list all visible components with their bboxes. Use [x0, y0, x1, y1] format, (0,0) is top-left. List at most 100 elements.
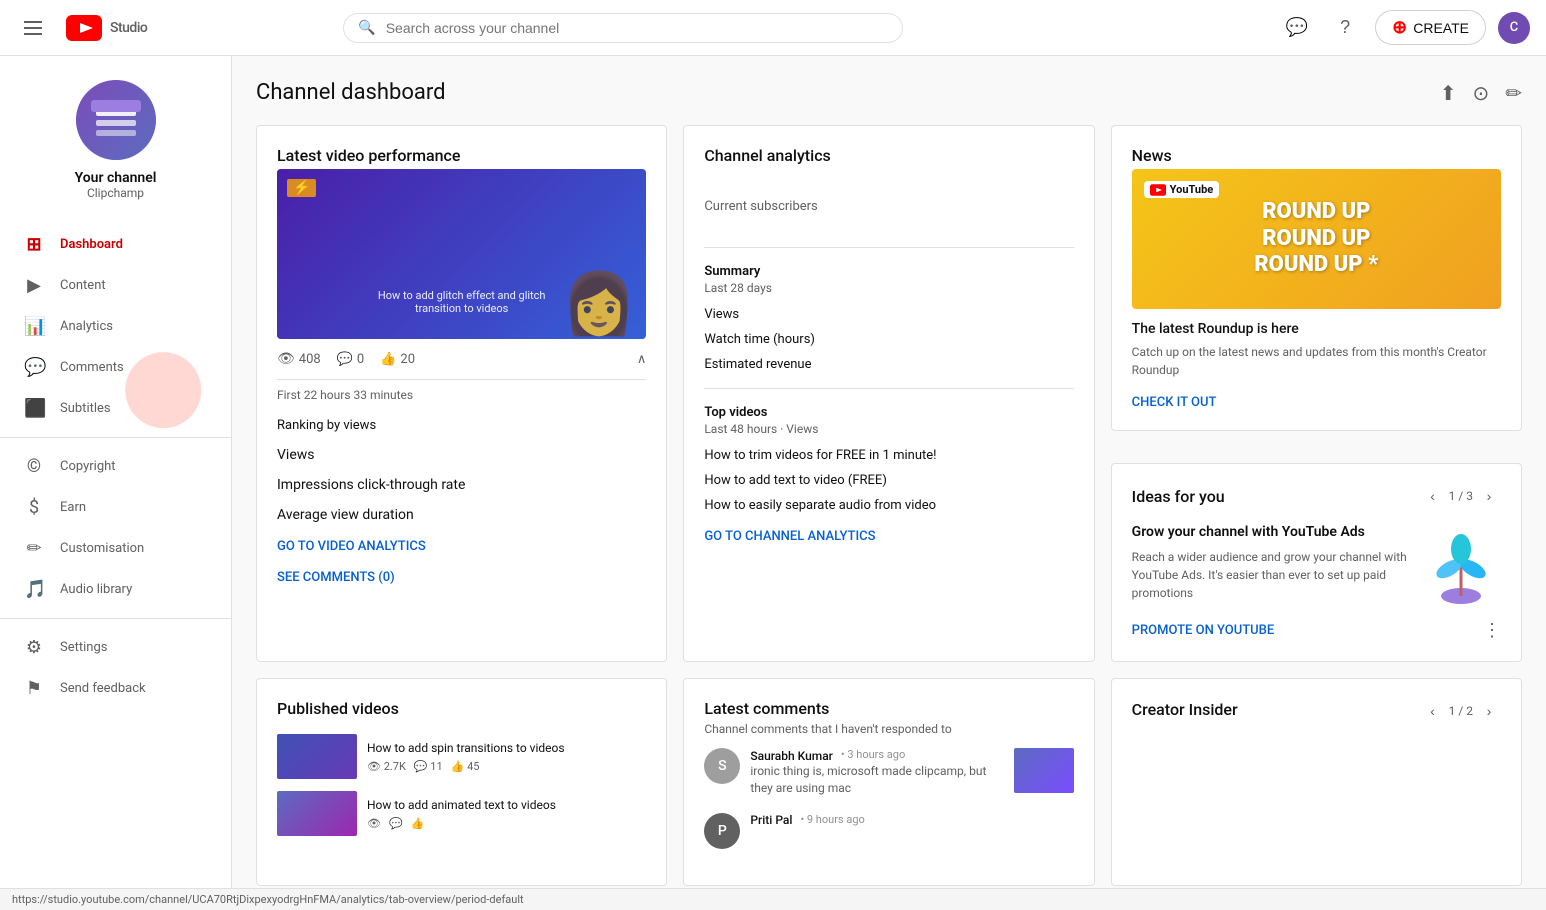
upload-icon[interactable]: ⬆: [1440, 81, 1457, 105]
ideas-title: Ideas for you: [1132, 487, 1225, 506]
sidebar-item-customisation[interactable]: ✏ Customisation: [0, 528, 231, 569]
views-stat: 👁 408: [277, 351, 321, 367]
summary-title: Summary: [704, 264, 1073, 279]
comment-meta-2: Priti Pal • 9 hours ago: [750, 813, 1073, 828]
ideas-page-indicator: 1 / 3: [1449, 489, 1473, 503]
pub-video-thumb-1[interactable]: [277, 734, 357, 779]
earn-icon: $: [24, 497, 44, 518]
create-label: CREATE: [1413, 20, 1469, 36]
sidebar-item-label-settings: Settings: [60, 640, 107, 655]
search-input[interactable]: [386, 20, 889, 36]
check-it-out-link[interactable]: CHECK IT OUT: [1132, 395, 1501, 410]
analytics-divider-2: [704, 388, 1073, 389]
creator-insider-next-button[interactable]: ›: [1477, 699, 1501, 723]
pub-comments-icon-2: 💬: [389, 817, 403, 830]
comments-stat-icon: 💬: [337, 352, 353, 367]
creator-insider-card: Creator Insider ‹ 1 / 2 ›: [1111, 678, 1522, 886]
channel-analytics-title: Channel analytics: [704, 146, 1073, 165]
sidebar-item-dashboard[interactable]: ⊞ Dashboard: [0, 224, 231, 265]
news-article-title: The latest Roundup is here: [1132, 321, 1501, 337]
analytics-icon: 📊: [24, 316, 44, 337]
likes-stat: 👍 20: [380, 352, 415, 367]
pub-video-title-2: How to add animated text to videos: [367, 797, 646, 814]
expand-icon[interactable]: ∧: [637, 352, 647, 367]
latest-comments-subtitle: Channel comments that I haven't responde…: [704, 722, 1073, 736]
sidebar-item-subtitles[interactable]: ⬛ Subtitles: [0, 388, 231, 429]
sidebar-item-analytics[interactable]: 📊 Analytics: [0, 306, 231, 347]
page-title-row: Channel dashboard ⬆ ⊙ ✏: [256, 80, 1522, 105]
status-url: https://studio.youtube.com/channel/UCA70…: [12, 893, 524, 906]
latest-video-card: Latest video performance Add glitch effe…: [256, 125, 667, 662]
top-video-list: How to trim videos for FREE in 1 minute!…: [704, 448, 1073, 513]
sidebar-item-label-copyright: Copyright: [60, 459, 116, 474]
metric-avg: Average view duration: [277, 507, 646, 523]
sidebar-item-label-audio-library: Audio library: [60, 582, 132, 597]
sidebar-item-content[interactable]: ▶ Content: [0, 265, 231, 306]
promote-on-youtube-link[interactable]: PROMOTE ON YOUTUBE: [1132, 623, 1275, 638]
sidebar-item-copyright[interactable]: © Copyright: [0, 446, 231, 487]
content-icon: ▶: [24, 275, 44, 296]
ideas-next-button[interactable]: ›: [1477, 484, 1501, 508]
page-title: Channel dashboard: [256, 80, 446, 105]
creator-insider-prev-button[interactable]: ‹: [1421, 699, 1445, 723]
sidebar-item-label-subtitles: Subtitles: [60, 401, 111, 416]
ideas-more-button[interactable]: ⋮: [1483, 620, 1501, 641]
customisation-icon: ✏: [24, 538, 44, 559]
metric-watch-time: Watch time (hours): [704, 332, 1073, 347]
hamburger-button[interactable]: [16, 13, 50, 43]
go-to-channel-analytics-link[interactable]: GO TO CHANNEL ANALYTICS: [704, 529, 1073, 544]
comment-1: S Saurabh Kumar • 3 hours ago ironic thi…: [704, 748, 1073, 797]
idea-title: Grow your channel with YouTube Ads: [1132, 524, 1409, 540]
metric-list: Ranking by views Views Impressions click…: [277, 418, 646, 523]
sidebar-item-feedback[interactable]: ⚑ Send feedback: [0, 668, 231, 709]
help-button[interactable]: ?: [1327, 10, 1363, 46]
user-avatar[interactable]: C: [1498, 12, 1530, 44]
likes-icon: 👍: [380, 352, 396, 367]
logo: Studio: [66, 15, 147, 41]
published-videos-title: Published videos: [277, 699, 646, 718]
metric-ctr-label: Impressions click-through rate: [277, 477, 465, 493]
sidebar-item-audio-library[interactable]: 🎵 Audio library: [0, 569, 231, 610]
sidebar-item-settings[interactable]: ⚙ Settings: [0, 627, 231, 668]
bottom-row: Published videos How to add spin transit…: [256, 678, 1522, 886]
sidebar-item-earn[interactable]: $ Earn: [0, 487, 231, 528]
latest-video-title: Latest video performance: [277, 146, 646, 165]
channel-avatar-icon: [76, 80, 156, 160]
sidebar-item-label-analytics: Analytics: [60, 319, 113, 334]
pub-video-stats-1: 👁 2.7K 💬 11 👍 45: [367, 760, 646, 773]
channel-avatar[interactable]: [76, 80, 156, 160]
pub-views-icon-1: 👁 2.7K: [367, 760, 406, 773]
summary-period: Last 28 days: [704, 281, 1073, 295]
edit-icon[interactable]: ✏: [1505, 81, 1522, 105]
sidebar-item-comments[interactable]: 💬 Comments: [0, 347, 231, 388]
sidebar-item-label-customisation: Customisation: [60, 541, 144, 556]
comment-2: P Priti Pal • 9 hours ago: [704, 813, 1073, 849]
idea-content: Grow your channel with YouTube Ads Reach…: [1132, 524, 1501, 604]
channel-analytics-card: Channel analytics Current subscribers Su…: [683, 125, 1094, 662]
studio-label: Studio: [110, 20, 147, 36]
sidebar-nav: ⊞ Dashboard ▶ Content 📊 Analytics 💬 Comm…: [0, 224, 231, 709]
pub-video-thumb-2[interactable]: [277, 791, 357, 836]
messages-button[interactable]: 💬: [1279, 10, 1315, 46]
subtitles-icon: ⬛: [24, 398, 44, 419]
create-button[interactable]: ⊕ CREATE: [1375, 10, 1486, 45]
broadcast-icon[interactable]: ⊙: [1472, 81, 1489, 105]
comment-body-2: Priti Pal • 9 hours ago: [750, 813, 1073, 828]
metric-ranking: Ranking by views: [277, 418, 646, 433]
see-comments-link[interactable]: SEE COMMENTS (0): [277, 570, 646, 585]
plant-icon: [1421, 524, 1501, 604]
published-video-1: How to add spin transitions to videos 👁 …: [277, 734, 646, 779]
settings-icon: ⚙: [24, 637, 44, 658]
comment-thumb-1: [1014, 748, 1074, 793]
right-column: News YouTube ROUND UPROUND UPROUND UP * …: [1111, 125, 1522, 662]
first-period: First 22 hours 33 minutes: [277, 388, 646, 402]
top-video-3: How to easily separate audio from video: [704, 498, 1073, 513]
search-box[interactable]: 🔍: [343, 13, 903, 43]
go-to-video-analytics-link[interactable]: GO TO VIDEO ANALYTICS: [277, 539, 646, 554]
ideas-prev-button[interactable]: ‹: [1421, 484, 1445, 508]
news-image-text: ROUND UPROUND UPROUND UP *: [1254, 199, 1378, 278]
news-article-desc: Catch up on the latest news and updates …: [1132, 343, 1501, 379]
top-videos-title: Top videos: [704, 405, 1073, 420]
summary-metrics: Views Watch time (hours) Estimated reven…: [704, 307, 1073, 372]
video-thumbnail[interactable]: Add glitch effect to videos! How to add …: [277, 169, 646, 339]
